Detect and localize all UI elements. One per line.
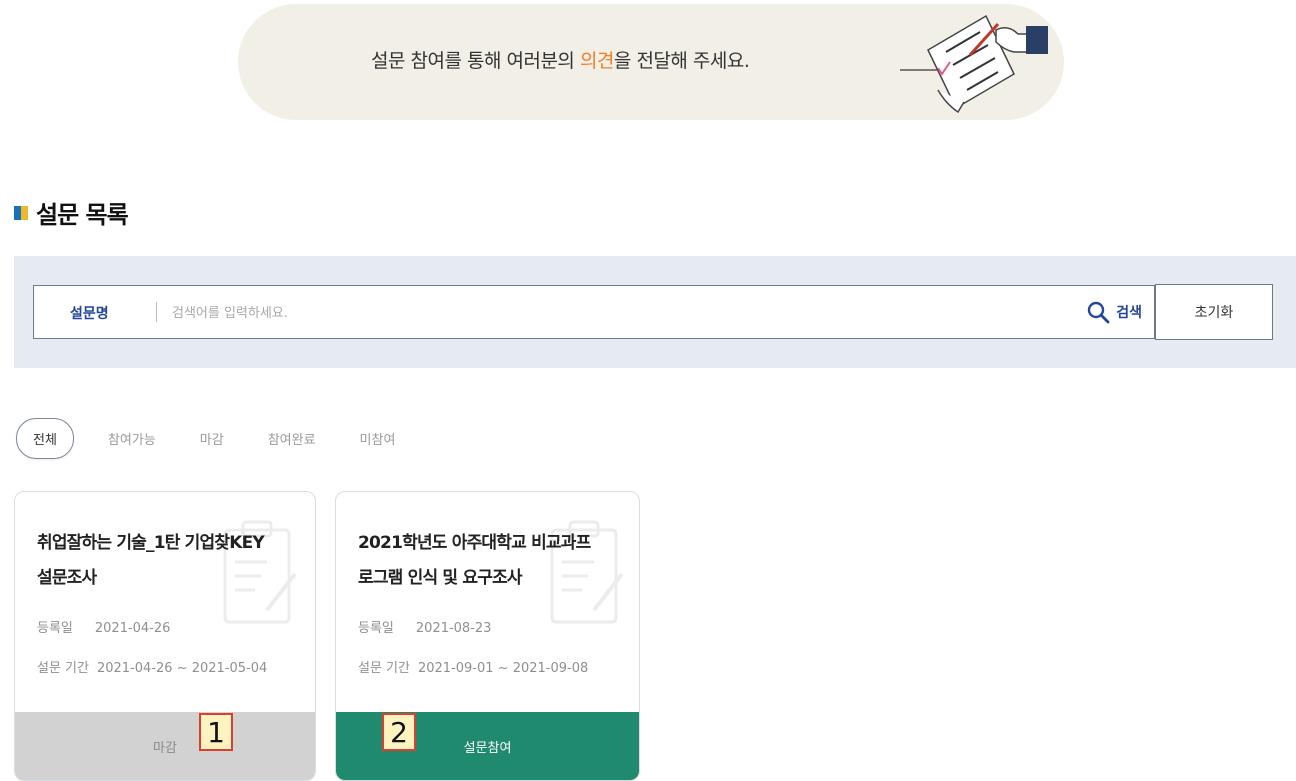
reg-date-value: 2021-04-26 xyxy=(94,621,171,636)
survey-banner: 설문 참여를 통해 여러분의 의견을 전달해 주세요. xyxy=(238,4,1064,120)
search-button-label: 검색 xyxy=(1116,305,1142,321)
search-area: 설문명 검색 초기화 xyxy=(14,256,1296,368)
reg-date-label: 등록일 xyxy=(358,621,394,636)
card-reg-date: 등록일 2021-08-23 xyxy=(358,617,491,636)
banner-text-highlight: 의견 xyxy=(579,50,614,72)
reg-date-value: 2021-08-23 xyxy=(415,621,492,636)
survey-card[interactable]: 2021학년도 아주대학교 비교과프로그램 인식 및 요구조사 등록일 2021-… xyxy=(335,491,640,781)
card-title-line2: 로그램 인식 및 요구조사 xyxy=(358,568,523,588)
period-value: 2021-04-26 ~ 2021-05-04 xyxy=(96,661,268,676)
survey-writing-illustration-icon xyxy=(900,14,1048,114)
closed-button: 마감 xyxy=(15,712,315,780)
filter-available[interactable]: 참여가능 xyxy=(108,429,156,448)
page-title: 설문 목록 xyxy=(36,201,129,229)
search-separator xyxy=(156,302,157,322)
card-period: 설문 기간 2021-04-26 ~ 2021-05-04 xyxy=(37,657,267,676)
reset-button[interactable]: 초기화 xyxy=(1155,284,1273,340)
reg-date-label: 등록일 xyxy=(37,621,73,636)
search-icon xyxy=(1088,301,1110,324)
section-square-icon xyxy=(14,205,28,220)
period-label: 설문 기간 xyxy=(37,661,89,676)
search-type-label[interactable]: 설문명 xyxy=(70,303,109,323)
filter-tabs: 전체 참여가능 마감 참여완료 미참여 xyxy=(16,418,439,459)
section-header: 설문 목록 xyxy=(14,195,129,230)
filter-all[interactable]: 전체 xyxy=(16,418,74,459)
card-title: 취업잘하는 기술_1탄 기업찾KEY 설문조사 xyxy=(37,526,307,596)
card-title-line2: 설문조사 xyxy=(37,568,97,588)
card-title-line1: 취업잘하는 기술_1탄 기업찾KEY xyxy=(37,533,265,553)
card-title: 2021학년도 아주대학교 비교과프로그램 인식 및 요구조사 xyxy=(358,526,628,596)
card-period: 설문 기간 2021-09-01 ~ 2021-09-08 xyxy=(358,657,588,676)
card-reg-date: 등록일 2021-04-26 xyxy=(37,617,170,636)
period-value: 2021-09-01 ~ 2021-09-08 xyxy=(417,661,589,676)
filter-not-participated[interactable]: 미참여 xyxy=(360,429,396,448)
banner-text-after: 을 전달해 주세요. xyxy=(613,50,750,72)
period-label: 설문 기간 xyxy=(358,661,410,676)
survey-card[interactable]: 취업잘하는 기술_1탄 기업찾KEY 설문조사 등록일 2021-04-26 설문 … xyxy=(14,491,316,781)
card-title-line1: 2021학년도 아주대학교 비교과프 xyxy=(358,533,591,553)
survey-list-page: 설문 참여를 통해 여러분의 의견을 전달해 주세요. 설문 목록 설문명 검색… xyxy=(0,0,1296,781)
filter-closed[interactable]: 마감 xyxy=(200,429,224,448)
marker-label-1: 1 xyxy=(199,713,233,751)
banner-text-before: 설문 참여를 통해 여러분의 xyxy=(371,50,580,72)
search-box: 설문명 검색 xyxy=(33,285,1155,339)
search-button[interactable]: 검색 xyxy=(1086,296,1142,328)
filter-completed[interactable]: 참여완료 xyxy=(268,429,316,448)
search-input[interactable] xyxy=(170,296,1034,330)
banner-text: 설문 참여를 통해 여러분의 의견을 전달해 주세요. xyxy=(371,46,750,73)
marker-label-2: 2 xyxy=(382,713,416,751)
